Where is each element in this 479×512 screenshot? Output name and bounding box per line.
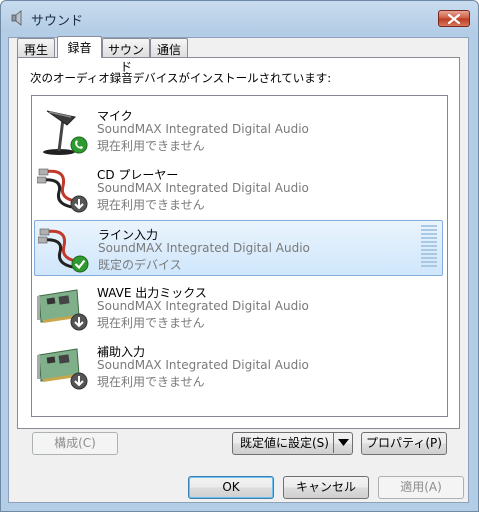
device-driver: SoundMAX Integrated Digital Audio bbox=[97, 181, 309, 195]
device-item-microphone[interactable]: マイク SoundMAX Integrated Digital Audio 現在… bbox=[34, 102, 443, 158]
phone-badge-icon bbox=[70, 136, 88, 154]
title-bar[interactable]: サウンド bbox=[1, 1, 478, 35]
device-status: 現在利用できません bbox=[97, 198, 205, 212]
dropdown-arrow-icon[interactable] bbox=[338, 439, 349, 447]
tab-sounds[interactable]: サウンド bbox=[102, 38, 150, 74]
window-title: サウンド bbox=[31, 14, 84, 29]
device-status: 現在利用できません bbox=[97, 139, 205, 153]
recording-device-list[interactable]: マイク SoundMAX Integrated Digital Audio 現在… bbox=[31, 95, 448, 417]
close-icon bbox=[448, 14, 460, 24]
device-item-wave-out-mix[interactable]: WAVE 出力ミックス SoundMAX Integrated Digital … bbox=[34, 279, 443, 335]
checkmark-badge-icon bbox=[71, 255, 89, 273]
tab-playback[interactable]: 再生 bbox=[17, 38, 55, 57]
apply-button[interactable]: 適用(A) bbox=[378, 476, 464, 499]
tab-recording[interactable]: 録音 bbox=[57, 36, 102, 58]
device-item-aux-in[interactable]: 補助入力 SoundMAX Integrated Digital Audio 現… bbox=[34, 338, 443, 394]
device-driver: SoundMAX Integrated Digital Audio bbox=[97, 358, 309, 372]
tab-communications[interactable]: 通信 bbox=[150, 38, 188, 57]
level-meter bbox=[421, 225, 437, 269]
device-list-prompt: 次のオーディオ録音デバイスがインストールされています: bbox=[30, 71, 332, 85]
properties-button[interactable]: プロパティ(P) bbox=[361, 432, 447, 455]
configure-button[interactable]: 構成(C) bbox=[32, 432, 118, 455]
down-arrow-badge-icon bbox=[70, 195, 88, 213]
device-status: 現在利用できません bbox=[97, 375, 205, 389]
down-arrow-badge-icon bbox=[70, 372, 88, 390]
device-item-cd-player[interactable]: CD プレーヤー SoundMAX Integrated Digital Aud… bbox=[34, 161, 443, 217]
ok-button[interactable]: OK bbox=[188, 476, 274, 499]
cancel-button[interactable]: キャンセル bbox=[283, 476, 369, 499]
device-status: 既定のデバイス bbox=[98, 258, 182, 272]
device-item-line-in[interactable]: ライン入力 SoundMAX Integrated Digital Audio … bbox=[34, 220, 443, 276]
split-divider bbox=[333, 432, 334, 453]
set-default-button[interactable]: 既定値に設定(S) bbox=[232, 432, 353, 455]
close-button[interactable] bbox=[438, 10, 470, 27]
speaker-icon bbox=[11, 10, 22, 26]
device-driver: SoundMAX Integrated Digital Audio bbox=[97, 299, 309, 313]
device-status: 現在利用できません bbox=[97, 316, 205, 330]
device-driver: SoundMAX Integrated Digital Audio bbox=[98, 241, 310, 255]
device-driver: SoundMAX Integrated Digital Audio bbox=[97, 122, 309, 136]
down-arrow-badge-icon bbox=[70, 313, 88, 331]
set-default-label: 既定値に設定(S) bbox=[240, 436, 329, 450]
